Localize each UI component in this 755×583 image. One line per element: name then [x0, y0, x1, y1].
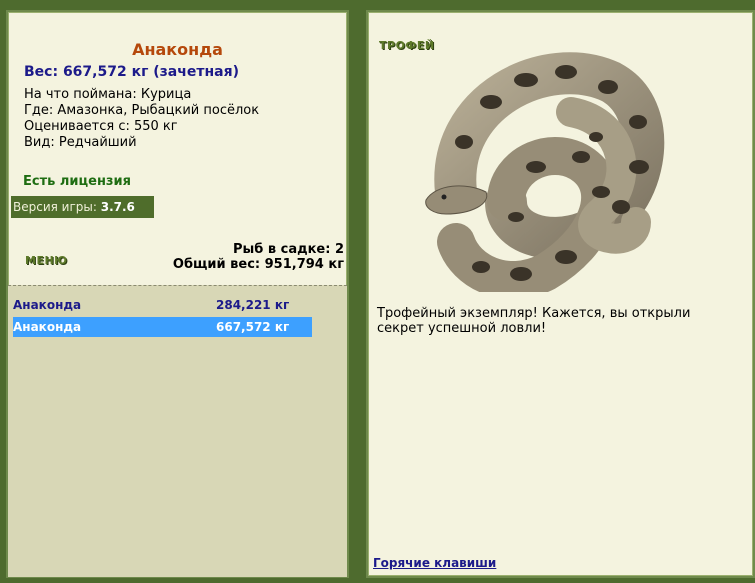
- fish-count: Рыб в садке: 2: [232, 242, 344, 257]
- catch-row-name: Анаконда: [13, 320, 82, 334]
- catch-list: Анаконда 284,221 кг Анаконда 667,572 кг: [8, 285, 347, 577]
- game-version: Версия игры: 3.7.6: [11, 196, 154, 218]
- trophy-message: Трофейный экземпляр! Кажется, вы открыли…: [377, 306, 691, 336]
- catch-row-selected[interactable]: Анаконда 667,572 кг: [13, 317, 312, 337]
- catch-stats: Рыб в садке: 2 Общий вес: 951,794 кг: [173, 242, 344, 272]
- fish-name: Анаконда: [132, 40, 223, 59]
- fish-rarity: Вид: Редчайший: [24, 135, 137, 150]
- anaconda-image: [425, 52, 665, 292]
- fish-price: Оценивается с: 550 кг: [24, 119, 178, 134]
- catch-row-name: Анаконда: [13, 298, 82, 312]
- fish-bait: На что поймана: Курица: [24, 87, 192, 102]
- catch-row-weight: 667,572 кг: [216, 320, 290, 334]
- catch-row[interactable]: Анаконда 284,221 кг: [13, 295, 312, 315]
- fish-location: Где: Амазонка, Рыбацкий посёлок: [24, 103, 260, 118]
- menu-button[interactable]: МЕНЮ: [25, 254, 68, 267]
- trophy-panel: ТРОФЕЙ Трофейный экземпляр! Кажется, вы …: [366, 10, 755, 578]
- fish-weight: Вес: 667,572 кг (зачетная): [24, 64, 239, 80]
- version-value: 3.7.6: [100, 200, 135, 214]
- total-weight: Общий вес: 951,794 кг: [172, 257, 344, 272]
- license-status: Есть лицензия: [23, 174, 131, 189]
- version-label: Версия игры:: [13, 200, 97, 214]
- fish-info-panel: Анаконда Вес: 667,572 кг (зачетная) На ч…: [6, 10, 349, 578]
- catch-row-weight: 284,221 кг: [216, 298, 290, 312]
- hotkeys-link[interactable]: Горячие клавиши: [373, 556, 496, 570]
